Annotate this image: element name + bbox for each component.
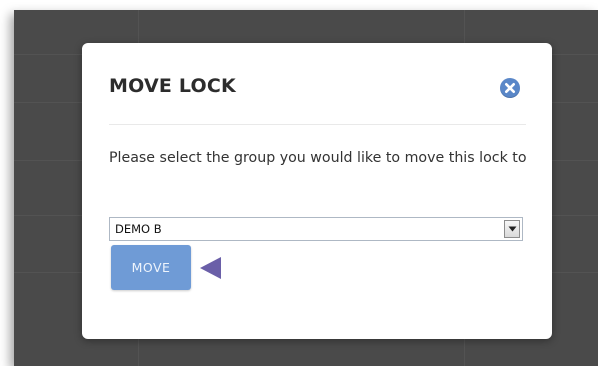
close-button[interactable]: [500, 78, 520, 98]
title-divider: [109, 124, 526, 125]
pointer-arrow-icon: [200, 257, 221, 279]
dialog-prompt: Please select the group you would like t…: [109, 150, 527, 166]
dialog-title: MOVE LOCK: [109, 75, 236, 97]
close-icon: [505, 83, 515, 93]
screenshot-frame: MOVE LOCK Please select the group you wo…: [0, 0, 598, 366]
move-button[interactable]: MOVE: [111, 245, 191, 290]
group-select[interactable]: DEMO B: [109, 217, 523, 241]
move-lock-dialog: MOVE LOCK Please select the group you wo…: [82, 43, 552, 339]
group-select-value: DEMO B: [115, 222, 162, 236]
dropdown-arrow-button[interactable]: [504, 220, 520, 238]
chevron-down-icon: [508, 226, 517, 232]
